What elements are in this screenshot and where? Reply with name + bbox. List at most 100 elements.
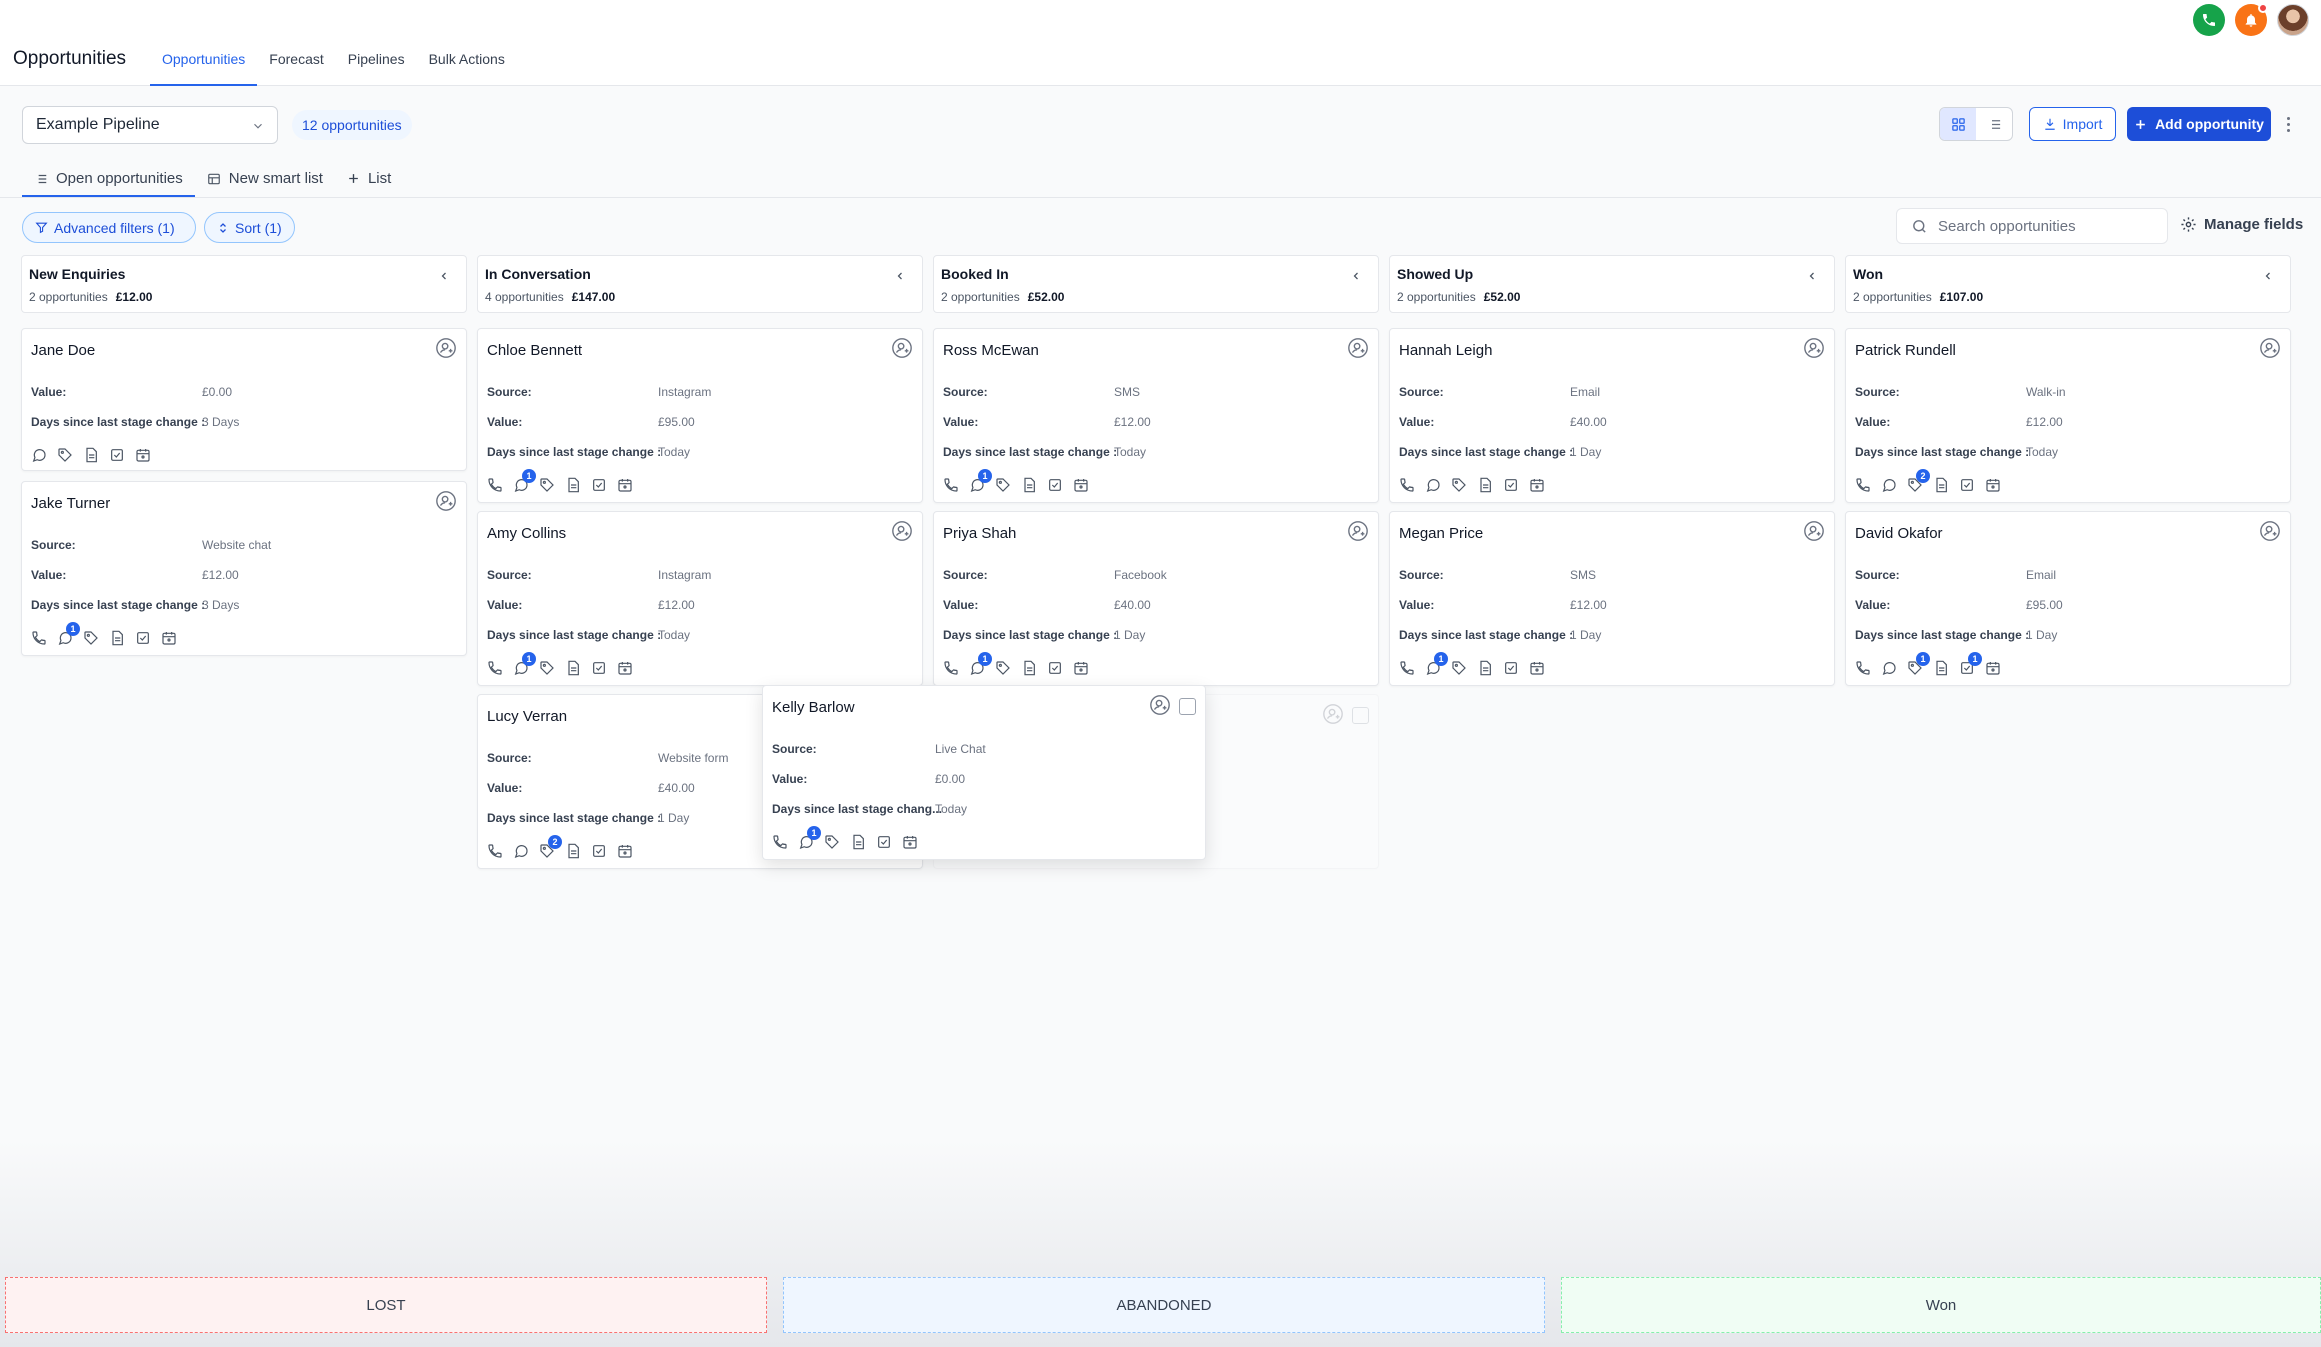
message-icon[interactable]	[513, 843, 531, 861]
message-icon[interactable]	[1881, 660, 1899, 678]
assign-user-button[interactable]	[435, 337, 457, 359]
task-icon[interactable]	[109, 447, 127, 465]
note-icon[interactable]	[1021, 477, 1039, 495]
calendar-icon[interactable]	[1985, 477, 2003, 495]
select-checkbox[interactable]	[1179, 698, 1196, 715]
message-icon[interactable]: 1	[57, 622, 80, 648]
assign-user-button[interactable]	[1347, 520, 1369, 542]
dropzone-lost[interactable]: LOST	[5, 1277, 767, 1333]
phone-icon[interactable]	[1855, 477, 1873, 495]
calendar-icon[interactable]	[617, 843, 635, 861]
tab-forecast[interactable]: Forecast	[257, 0, 335, 86]
message-icon[interactable]: 1	[798, 826, 821, 852]
contact-name[interactable]: Jane Doe	[31, 342, 95, 359]
phone-icon[interactable]	[487, 843, 505, 861]
tab-pipelines[interactable]: Pipelines	[336, 0, 417, 86]
note-icon[interactable]	[1477, 660, 1495, 678]
task-icon[interactable]	[591, 843, 609, 861]
message-icon[interactable]: 1	[969, 652, 992, 678]
opportunity-card[interactable]: Megan Price Source: SMS Value: £12.00 Days si…	[1389, 511, 1835, 686]
tab-opportunities[interactable]: Opportunities	[150, 0, 258, 86]
contact-name[interactable]: Ross McEwan	[943, 342, 1039, 359]
search-opportunities-input[interactable]: Search opportunities	[1896, 208, 2168, 244]
calendar-icon[interactable]	[161, 630, 179, 648]
assign-user-icon[interactable]	[1803, 520, 1825, 542]
opportunity-card[interactable]: Ross McEwan Source: SMS Value: £12.00 Days si…	[933, 328, 1379, 503]
opportunity-card[interactable]: Chloe Bennett Source: Instagram Value: £95.0…	[477, 328, 923, 503]
note-icon[interactable]	[1933, 477, 1951, 495]
task-icon[interactable]	[1503, 660, 1521, 678]
user-avatar[interactable]	[2277, 4, 2309, 36]
phone-icon[interactable]	[1399, 660, 1417, 678]
advanced-filters-button[interactable]: Advanced filters (1)	[22, 212, 196, 243]
opportunity-card[interactable]: Jane Doe Value: £0.00 Days since last stage…	[21, 328, 467, 471]
notifications-button[interactable]	[2235, 3, 2268, 36]
contact-name[interactable]: Amy Collins	[487, 525, 566, 542]
note-icon[interactable]	[565, 843, 583, 861]
assign-user-icon[interactable]	[1803, 337, 1825, 359]
more-options-button[interactable]	[2281, 112, 2295, 136]
assign-user-button[interactable]	[1149, 694, 1171, 716]
note-icon[interactable]	[83, 447, 101, 465]
opportunity-card[interactable]: Hannah Leigh Source: Email Value: £40.00 Days…	[1389, 328, 1835, 503]
task-icon[interactable]	[876, 834, 894, 852]
calendar-icon[interactable]	[902, 834, 920, 852]
message-icon[interactable]	[1425, 477, 1443, 495]
calendar-icon[interactable]	[1529, 660, 1547, 678]
tab-new-smart-list[interactable]: New smart list	[195, 160, 335, 197]
contact-name[interactable]: Priya Shah	[943, 525, 1016, 542]
calendar-icon[interactable]	[1529, 477, 1547, 495]
grid-view-button[interactable]	[1940, 108, 1976, 140]
tag-icon[interactable]	[1451, 477, 1469, 495]
calendar-icon[interactable]	[1985, 660, 2003, 678]
phone-icon[interactable]	[487, 477, 505, 495]
tag-icon[interactable]	[1451, 660, 1469, 678]
assign-user-icon[interactable]	[435, 337, 457, 359]
assign-user-button[interactable]	[2259, 520, 2281, 542]
opportunity-card[interactable]: Priya Shah Source: Facebook Value: £40.00 Day…	[933, 511, 1379, 686]
phone-icon[interactable]	[772, 834, 790, 852]
collapse-stage-button[interactable]	[1806, 270, 1818, 282]
note-icon[interactable]	[850, 834, 868, 852]
tag-icon[interactable]	[57, 447, 75, 465]
note-icon[interactable]	[565, 477, 583, 495]
assign-user-icon[interactable]	[1347, 520, 1369, 542]
phone-icon[interactable]	[943, 660, 961, 678]
tag-icon[interactable]: 2	[539, 835, 562, 861]
assign-user-button[interactable]	[1803, 520, 1825, 542]
add-opportunity-button[interactable]: Add opportunity	[2127, 107, 2271, 141]
calendar-icon[interactable]	[135, 447, 153, 465]
task-icon[interactable]	[1503, 477, 1521, 495]
message-icon[interactable]	[1881, 477, 1899, 495]
phone-icon[interactable]	[1399, 477, 1417, 495]
contact-name[interactable]: Patrick Rundell	[1855, 342, 1956, 359]
list-view-button[interactable]	[1976, 108, 2012, 140]
contact-name[interactable]: Jake Turner	[31, 495, 110, 512]
assign-user-button[interactable]	[1803, 337, 1825, 359]
opportunity-card[interactable]: Amy Collins Source: Instagram Value: £12.00 D…	[477, 511, 923, 686]
opportunity-card[interactable]: Jake Turner Source: Website chat Value: £12.…	[21, 481, 467, 656]
assign-user-button[interactable]	[2259, 337, 2281, 359]
contact-name[interactable]: Lucy Verran	[487, 708, 567, 725]
phone-icon[interactable]	[1855, 660, 1873, 678]
phone-icon[interactable]	[487, 660, 505, 678]
assign-user-button[interactable]	[1347, 337, 1369, 359]
task-icon[interactable]	[1047, 477, 1065, 495]
note-icon[interactable]	[109, 630, 127, 648]
task-icon[interactable]	[591, 660, 609, 678]
manage-fields-button[interactable]: Manage fields	[2180, 216, 2303, 233]
message-icon[interactable]	[31, 447, 49, 465]
note-icon[interactable]	[1021, 660, 1039, 678]
assign-user-button[interactable]	[891, 520, 913, 542]
assign-user-icon[interactable]	[2259, 337, 2281, 359]
tab-bulk-actions[interactable]: Bulk Actions	[417, 0, 517, 86]
tab-open-opportunities[interactable]: Open opportunities	[22, 160, 195, 197]
tag-icon[interactable]	[83, 630, 101, 648]
contact-name[interactable]: David Okafor	[1855, 525, 1943, 542]
tag-icon[interactable]: 1	[1907, 652, 1930, 678]
note-icon[interactable]	[1933, 660, 1951, 678]
contact-name[interactable]: Hannah Leigh	[1399, 342, 1492, 359]
task-icon[interactable]	[135, 630, 153, 648]
message-icon[interactable]: 1	[969, 469, 992, 495]
note-icon[interactable]	[1477, 477, 1495, 495]
